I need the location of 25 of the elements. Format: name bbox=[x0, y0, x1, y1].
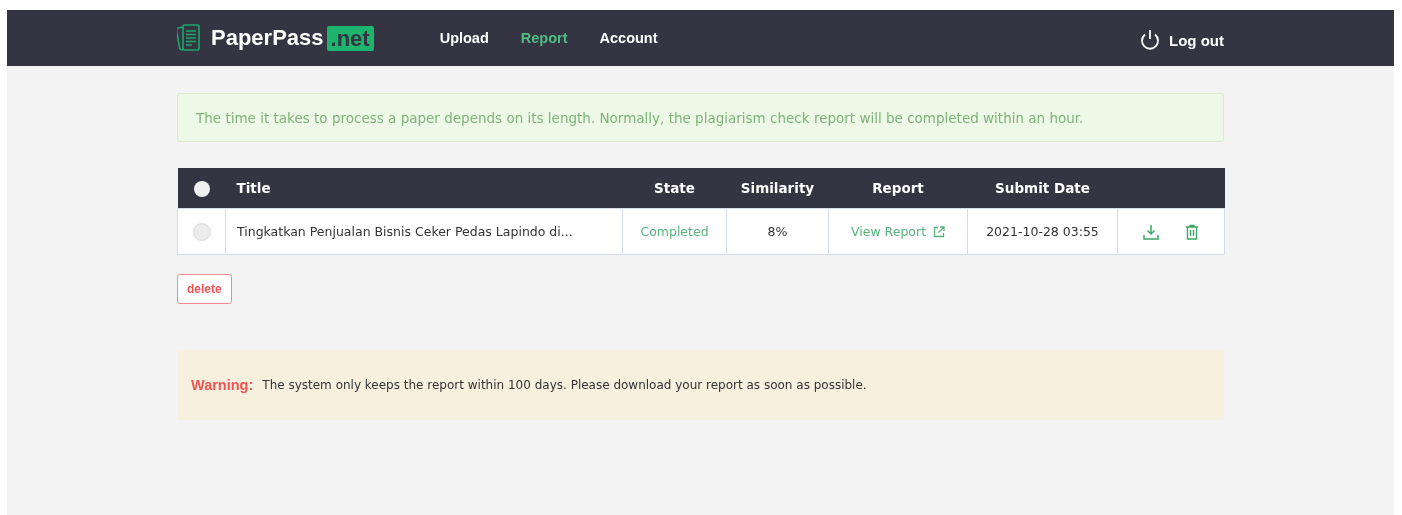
column-header: Title bbox=[236, 180, 271, 196]
info-notice: The time it takes to process a paper depends on its length. Normally, the plagiarism check report will be completed within an hour. bbox=[177, 93, 1224, 142]
date-cell: 2021-10-28 03:55 bbox=[986, 224, 1099, 239]
column-header: Submit Date bbox=[995, 180, 1090, 196]
download-icon[interactable] bbox=[1143, 223, 1159, 240]
nav-tab[interactable]: Account bbox=[599, 30, 658, 46]
logo-text: PaperPass bbox=[211, 25, 324, 51]
column-header: Report bbox=[872, 180, 924, 196]
power-icon bbox=[1140, 29, 1160, 51]
column-header: Similarity bbox=[740, 180, 815, 196]
warning-label: Warning: bbox=[191, 377, 254, 393]
status-cell: Completed bbox=[640, 224, 709, 239]
similarity-cell: 8% bbox=[767, 224, 788, 239]
nav-tab[interactable]: Upload bbox=[439, 30, 489, 46]
select-all-checkbox[interactable] bbox=[193, 180, 210, 197]
row-checkbox[interactable] bbox=[192, 222, 211, 241]
trash-icon[interactable] bbox=[1185, 223, 1199, 240]
external-link-icon bbox=[933, 225, 946, 238]
title-cell: Tingkatkan Penjualan Bisnis Ceker Pedas Lapindo di... bbox=[237, 224, 573, 239]
logout-link[interactable]: Log out bbox=[1140, 29, 1224, 51]
nav-tab[interactable]: Report bbox=[520, 30, 568, 46]
logo-badge: .net bbox=[326, 25, 374, 51]
warning-message: The system only keeps the report within 100 days. Please download your report as soon as possible. bbox=[262, 378, 867, 392]
document-icon bbox=[177, 23, 201, 53]
column-header: State bbox=[654, 180, 695, 196]
